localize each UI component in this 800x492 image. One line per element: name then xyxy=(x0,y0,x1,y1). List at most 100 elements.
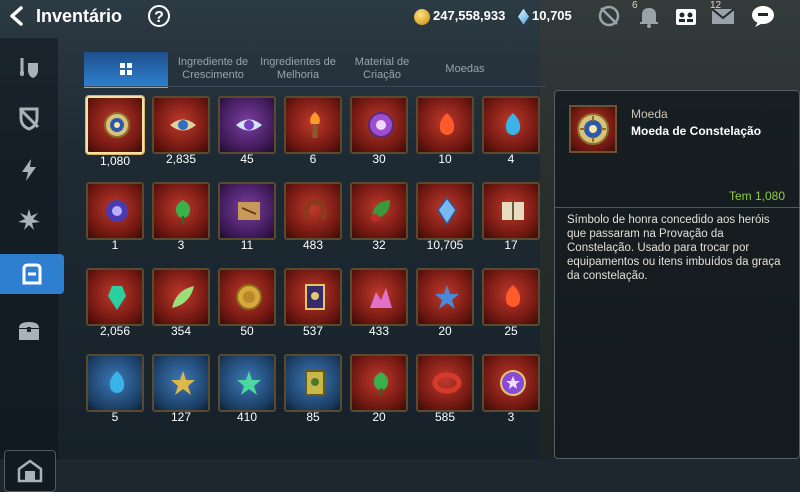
item-cell[interactable]: 20 xyxy=(416,268,474,340)
item-cell[interactable]: 45 xyxy=(218,96,276,168)
item-slot[interactable] xyxy=(350,268,408,326)
gold-counter[interactable]: 247,558,933 xyxy=(414,8,505,25)
green-leaf-charm-icon xyxy=(175,200,191,224)
item-cell[interactable]: 433 xyxy=(350,268,408,340)
item-slot[interactable] xyxy=(86,268,144,326)
item-quantity: 483 xyxy=(302,238,324,252)
item-cell[interactable]: 30 xyxy=(350,96,408,168)
item-cell[interactable]: 3 xyxy=(152,182,210,254)
item-cell[interactable]: 537 xyxy=(284,268,342,340)
item-cell[interactable]: 20 xyxy=(350,354,408,426)
group-icon xyxy=(676,9,696,25)
item-quantity: 20 xyxy=(438,324,452,338)
item-slot[interactable] xyxy=(218,354,276,412)
item-slot[interactable] xyxy=(86,96,144,154)
item-cell[interactable]: 10,705 xyxy=(416,182,474,254)
item-cell[interactable]: 354 xyxy=(152,268,210,340)
back-button[interactable] xyxy=(6,5,28,27)
item-cell[interactable]: 6 xyxy=(284,96,342,168)
item-cell[interactable]: 11 xyxy=(218,182,276,254)
constellation-coin-icon xyxy=(104,112,130,138)
item-slot[interactable] xyxy=(350,96,408,154)
item-cell[interactable]: 2,056 xyxy=(86,268,144,340)
item-cell[interactable]: 4 xyxy=(482,96,540,168)
item-slot[interactable] xyxy=(284,354,342,412)
tab-currency[interactable]: Moedas xyxy=(424,52,506,86)
purple-card-icon xyxy=(305,284,325,310)
item-cell[interactable]: 17 xyxy=(482,182,540,254)
friends-button[interactable] xyxy=(673,4,699,28)
item-cell[interactable]: 32 xyxy=(350,182,408,254)
sword-shield-icon xyxy=(20,58,38,78)
item-cell[interactable]: 10 xyxy=(416,96,474,168)
crystal-amount: 10,705 xyxy=(532,8,572,23)
item-cell[interactable]: 483 xyxy=(284,182,342,254)
item-slot[interactable] xyxy=(482,268,540,326)
mail-badge: 12 xyxy=(710,0,722,11)
item-quantity: 85 xyxy=(306,410,320,424)
item-slot[interactable] xyxy=(482,96,540,154)
bell-icon xyxy=(640,8,658,28)
compass-off-button[interactable] xyxy=(596,4,622,28)
item-cell[interactable]: 25 xyxy=(482,268,540,340)
item-slot[interactable] xyxy=(218,96,276,154)
detail-owned-count: Tem 1,080 xyxy=(728,189,785,203)
sidebar-item-chests[interactable] xyxy=(6,310,52,350)
item-cell[interactable]: 85 xyxy=(284,354,342,426)
item-slot[interactable] xyxy=(416,354,474,412)
item-slot[interactable] xyxy=(284,96,342,154)
item-slot[interactable] xyxy=(482,182,540,240)
sidebar-item-weapons[interactable] xyxy=(6,48,52,88)
item-slot[interactable] xyxy=(350,182,408,240)
tab-growth-ingredients[interactable]: Ingrediente de Crescimento xyxy=(170,52,256,86)
category-tabs: Ingrediente de Crescimento Ingredientes … xyxy=(84,52,532,88)
item-quantity: 410 xyxy=(236,410,258,424)
item-cell[interactable]: 1 xyxy=(86,182,144,254)
item-quantity: 3 xyxy=(507,410,515,424)
item-quantity: 127 xyxy=(170,410,192,424)
item-quantity: 20 xyxy=(372,410,386,424)
sidebar-item-armor[interactable] xyxy=(6,98,52,138)
back-arrow-icon xyxy=(10,6,23,26)
item-cell[interactable]: 5 xyxy=(86,354,144,426)
item-slot[interactable] xyxy=(218,182,276,240)
item-quantity: 2,835 xyxy=(165,152,197,166)
item-slot[interactable] xyxy=(416,182,474,240)
item-slot[interactable] xyxy=(284,268,342,326)
item-cell[interactable]: 127 xyxy=(152,354,210,426)
help-button[interactable]: ? xyxy=(148,5,170,27)
item-slot[interactable] xyxy=(86,354,144,412)
item-slot[interactable] xyxy=(86,182,144,240)
tab-crafting-material[interactable]: Material de Criação xyxy=(346,52,418,86)
item-quantity: 10,705 xyxy=(426,238,464,252)
chat-button[interactable] xyxy=(750,4,776,28)
item-slot[interactable] xyxy=(152,96,210,154)
item-cell[interactable]: 50 xyxy=(218,268,276,340)
item-cell[interactable]: 3 xyxy=(482,354,540,426)
item-cell[interactable]: 410 xyxy=(218,354,276,426)
item-quantity: 5 xyxy=(111,410,119,424)
item-quantity: 10 xyxy=(438,152,452,166)
sidebar-item-inventory[interactable] xyxy=(0,254,64,294)
item-slot[interactable] xyxy=(482,354,540,412)
notification-button[interactable]: 6 xyxy=(632,0,662,28)
item-cell[interactable]: 585 xyxy=(416,354,474,426)
item-slot[interactable] xyxy=(218,268,276,326)
item-slot[interactable] xyxy=(416,96,474,154)
sidebar-item-artifacts[interactable] xyxy=(6,150,52,190)
item-slot[interactable] xyxy=(152,182,210,240)
tab-upgrade-ingredients[interactable]: Ingredientes de Melhoria xyxy=(258,52,338,86)
sidebar-item-materials[interactable] xyxy=(6,200,52,240)
item-quantity: 2,056 xyxy=(99,324,131,338)
tab-all[interactable] xyxy=(84,52,168,88)
item-slot[interactable] xyxy=(416,268,474,326)
item-slot[interactable] xyxy=(152,268,210,326)
storage-button[interactable] xyxy=(4,450,56,492)
item-cell[interactable]: 2,835 xyxy=(152,96,210,168)
item-slot[interactable] xyxy=(284,182,342,240)
item-cell[interactable]: 1,080 xyxy=(86,96,144,168)
item-slot[interactable] xyxy=(152,354,210,412)
mail-button[interactable]: 12 xyxy=(710,0,736,28)
crystal-counter[interactable]: 10,705 xyxy=(518,8,572,25)
item-slot[interactable] xyxy=(350,354,408,412)
